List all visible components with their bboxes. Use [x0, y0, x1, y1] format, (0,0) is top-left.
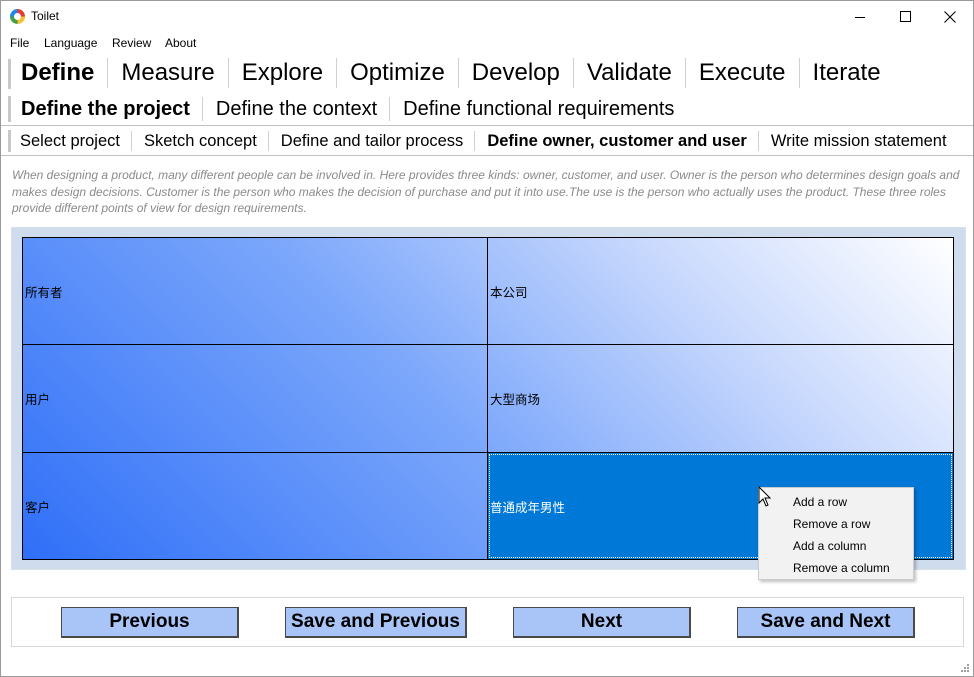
divider: [1, 155, 973, 156]
previous-button[interactable]: Previous: [61, 607, 239, 638]
tab-write-mission-statement[interactable]: Write mission statement: [759, 131, 958, 151]
resize-grip-icon[interactable]: [960, 663, 970, 673]
menu-bar: File Language Review About: [1, 32, 973, 53]
step-tabs: Define the project Define the context De…: [8, 93, 968, 125]
description-text: When designing a product, many different…: [12, 168, 960, 215]
minimize-button[interactable]: [837, 1, 883, 32]
save-and-previous-button[interactable]: Save and Previous: [285, 607, 467, 638]
tabs-divider: [8, 130, 11, 152]
tab-define-owner-customer-user[interactable]: Define owner, customer and user: [475, 131, 759, 151]
tab-define-and-tailor-process[interactable]: Define and tailor process: [269, 131, 476, 151]
mouse-cursor-icon: [758, 486, 772, 507]
grid-cell-role[interactable]: 用户: [23, 345, 488, 453]
app-logo-icon: [10, 9, 25, 24]
tab-measure[interactable]: Measure: [108, 58, 229, 88]
app-window: Toilet File Language Review About Define…: [0, 0, 974, 677]
tab-execute[interactable]: Execute: [686, 58, 800, 88]
tab-sketch-concept[interactable]: Sketch concept: [132, 131, 269, 151]
close-icon: [944, 10, 956, 23]
tab-develop[interactable]: Develop: [459, 58, 574, 88]
tab-select-project[interactable]: Select project: [8, 131, 132, 151]
menu-review[interactable]: Review: [112, 36, 151, 50]
tab-validate[interactable]: Validate: [574, 58, 686, 88]
menu-item-remove-column[interactable]: Remove a column: [759, 557, 913, 579]
grid-cell-value[interactable]: 大型商场: [488, 345, 953, 453]
tab-iterate[interactable]: Iterate: [800, 58, 894, 88]
phase-tabs: Define Measure Explore Optimize Develop …: [8, 55, 968, 91]
next-button[interactable]: Next: [513, 607, 691, 638]
menu-language[interactable]: Language: [44, 36, 97, 50]
tabs-divider: [8, 96, 11, 122]
navigation-button-panel: Previous Save and Previous Next Save and…: [11, 597, 964, 647]
grid-cell-role[interactable]: 所有者: [23, 238, 488, 345]
tab-define-the-project[interactable]: Define the project: [8, 97, 203, 121]
tab-define[interactable]: Define: [8, 58, 109, 88]
minimize-icon: [855, 16, 865, 18]
menu-item-add-row[interactable]: Add a row: [759, 491, 913, 513]
tab-explore[interactable]: Explore: [229, 58, 338, 88]
grid-cell-value[interactable]: 本公司: [488, 238, 953, 345]
maximize-button[interactable]: [882, 1, 928, 32]
maximize-icon: [899, 11, 911, 22]
grid-context-menu: Add a row Remove a row Add a column Remo…: [758, 487, 914, 580]
save-and-next-button[interactable]: Save and Next: [737, 607, 915, 638]
menu-item-remove-row[interactable]: Remove a row: [759, 513, 913, 535]
menu-about[interactable]: About: [165, 36, 196, 50]
substep-tabs: Select project Sketch concept Define and…: [8, 128, 970, 154]
grid-cell-role[interactable]: 客户: [23, 453, 488, 559]
menu-file[interactable]: File: [10, 36, 29, 50]
tabs-divider: [8, 59, 11, 89]
menu-item-add-column[interactable]: Add a column: [759, 535, 913, 557]
tab-define-the-context[interactable]: Define the context: [203, 97, 391, 121]
close-button[interactable]: [927, 1, 973, 32]
title-bar: Toilet: [1, 1, 973, 32]
tab-define-functional-requirements[interactable]: Define functional requirements: [390, 97, 686, 121]
tab-optimize[interactable]: Optimize: [337, 58, 459, 88]
window-title: Toilet: [31, 9, 60, 23]
divider: [1, 125, 973, 126]
